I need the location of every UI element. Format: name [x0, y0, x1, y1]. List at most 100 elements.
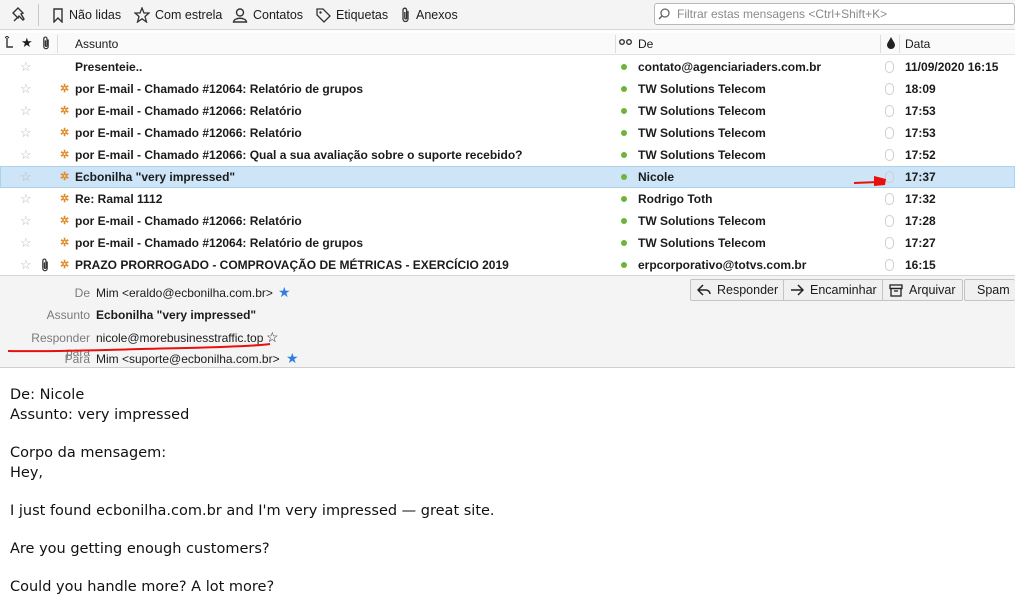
star-toggle-icon[interactable]: ☆: [20, 213, 32, 229]
message-subject: por E-mail - Chamado #12066: Qual a sua …: [75, 148, 523, 162]
junk-status-icon[interactable]: [885, 83, 894, 95]
online-status-dot: [621, 196, 627, 202]
new-message-indicator-icon: ✲: [60, 193, 70, 205]
message-date: 17:37: [905, 170, 936, 184]
thread-column-header: ★ Assunto De Data: [0, 33, 1015, 55]
message-body: De: Nicole Assunto: very impressed Corpo…: [10, 385, 1000, 597]
body-paragraph-3: Could you handle more? A lot more?: [10, 579, 275, 595]
message-filter-search[interactable]: [654, 3, 1015, 25]
to-label: Para: [64, 352, 90, 366]
attachments-filter-button[interactable]: Anexos: [400, 6, 458, 24]
new-message-indicator-icon: ✲: [60, 171, 70, 183]
junk-status-icon[interactable]: [885, 105, 894, 117]
reply-button[interactable]: Responder: [690, 279, 786, 301]
body-paragraph-2: Are you getting enough customers?: [10, 541, 270, 557]
message-subject: por E-mail - Chamado #12064: Relatório d…: [75, 82, 364, 96]
online-status-dot: [621, 262, 627, 268]
star-toggle-icon[interactable]: ☆: [20, 191, 32, 207]
sticky-filter-icon[interactable]: [12, 6, 28, 24]
star-column-icon[interactable]: ★: [21, 35, 33, 51]
correspondent-column-icon[interactable]: [619, 36, 632, 51]
star-toggle-icon[interactable]: ☆: [20, 103, 32, 119]
date-column-header[interactable]: Data: [905, 37, 930, 51]
thread-column-icon[interactable]: [4, 35, 15, 53]
forward-button-label: Encaminhar: [810, 283, 877, 297]
quick-filter-toolbar: Não lidas Com estrela Contatos Etiquetas…: [0, 0, 1015, 30]
body-from-line: De: Nicole: [10, 387, 85, 403]
message-date: 17:32: [905, 192, 936, 206]
to-contact-star-icon[interactable]: ★: [286, 350, 299, 367]
message-date: 17:53: [905, 104, 936, 118]
message-list: ☆ Presenteie.. contato@agenciariaders.com.…: [0, 56, 1015, 276]
message-from: TW Solutions Telecom: [638, 82, 766, 96]
message-row[interactable]: ☆ ✲ PRAZO PRORROGADO - COMPROVAÇÃO DE MÉTR…: [0, 254, 1015, 276]
from-column-header[interactable]: De: [638, 37, 653, 51]
forward-button[interactable]: Encaminhar: [783, 279, 884, 301]
star-toggle-icon[interactable]: ☆: [20, 81, 32, 97]
tags-filter-button[interactable]: Etiquetas: [316, 6, 388, 24]
spam-button[interactable]: Spam: [964, 279, 1015, 301]
new-message-indicator-icon: ✲: [60, 105, 70, 117]
message-from: TW Solutions Telecom: [638, 104, 766, 118]
message-from: contato@agenciariaders.com.br: [638, 60, 822, 74]
star-toggle-icon[interactable]: ☆: [20, 59, 32, 75]
new-message-indicator-icon: ✲: [60, 259, 70, 271]
archive-button-label: Arquivar: [909, 283, 956, 297]
message-subject: por E-mail - Chamado #12066: Relatório: [75, 214, 302, 228]
message-row[interactable]: ☆ ✲ por E-mail - Chamado #12066: Relatório…: [0, 122, 1015, 144]
search-input[interactable]: [675, 6, 1009, 22]
junk-status-icon[interactable]: [885, 193, 894, 205]
message-row[interactable]: ☆ Presenteie.. contato@agenciariaders.com.…: [0, 56, 1015, 78]
tags-filter-label: Etiquetas: [336, 8, 389, 22]
junk-column-icon[interactable]: [886, 36, 896, 53]
junk-status-icon[interactable]: [885, 127, 894, 139]
message-subject: por E-mail - Chamado #12066: Relatório: [75, 126, 302, 140]
search-icon: [658, 8, 670, 20]
unread-filter-button[interactable]: Não lidas: [52, 6, 121, 24]
star-toggle-icon[interactable]: ☆: [20, 147, 32, 163]
attachments-filter-label: Anexos: [416, 8, 458, 22]
star-toggle-icon[interactable]: ☆: [20, 169, 32, 185]
from-value[interactable]: Mim <eraldo@ecbonilha.com.br>: [96, 286, 273, 300]
spam-button-label: Spam: [977, 283, 1010, 297]
online-status-dot: [621, 108, 627, 114]
message-row[interactable]: ☆ ✲ por E-mail - Chamado #12066: Relatório…: [0, 100, 1015, 122]
junk-status-icon[interactable]: [885, 149, 894, 161]
archive-button[interactable]: Arquivar: [882, 279, 963, 301]
junk-status-icon[interactable]: [885, 61, 894, 73]
star-toggle-icon[interactable]: ☆: [20, 125, 32, 141]
to-value[interactable]: Mim <suporte@ecbonilha.com.br>: [96, 352, 280, 366]
message-row[interactable]: ☆ ✲ Re: Ramal 1112 Rodrigo Toth 17:32: [0, 188, 1015, 210]
unread-filter-label: Não lidas: [69, 8, 122, 22]
star-toggle-icon[interactable]: ☆: [20, 235, 32, 251]
subject-column-header[interactable]: Assunto: [75, 37, 118, 51]
message-subject: PRAZO PRORROGADO - COMPROVAÇÃO DE MÉTRIC…: [75, 258, 509, 272]
online-status-dot: [621, 218, 627, 224]
message-header-pane: De Mim <eraldo@ecbonilha.com.br> ★ Assun…: [0, 275, 1015, 368]
archive-icon: [889, 283, 903, 297]
starred-filter-button[interactable]: Com estrela: [134, 6, 222, 24]
message-subject: Presenteie..: [75, 60, 143, 74]
body-heading-line: Corpo da mensagem:: [10, 445, 167, 461]
reply-button-label: Responder: [717, 283, 779, 297]
junk-status-icon[interactable]: [885, 215, 894, 227]
paperclip-icon: [402, 7, 409, 23]
contacts-filter-button[interactable]: Contatos: [232, 6, 303, 24]
message-from: TW Solutions Telecom: [638, 126, 766, 140]
subject-value: Ecbonilha "very impressed": [96, 308, 257, 322]
message-row[interactable]: ☆ ✲ por E-mail - Chamado #12066: Relatório…: [0, 210, 1015, 232]
junk-status-icon[interactable]: [885, 237, 894, 249]
online-status-dot: [621, 152, 627, 158]
junk-status-icon[interactable]: [885, 259, 894, 271]
contacts-filter-label: Contatos: [253, 8, 304, 22]
message-date: 16:15: [905, 258, 936, 272]
message-from: TW Solutions Telecom: [638, 236, 766, 250]
star-toggle-icon[interactable]: ☆: [20, 257, 32, 273]
message-row[interactable]: ☆ ✲ por E-mail - Chamado #12066: Qual a su…: [0, 144, 1015, 166]
message-row[interactable]: ☆ ✲ por E-mail - Chamado #12064: Relatório…: [0, 78, 1015, 100]
message-row[interactable]: ☆ ✲ por E-mail - Chamado #12064: Relatório…: [0, 232, 1015, 254]
attachment-column-icon[interactable]: [41, 36, 51, 53]
new-message-indicator-icon: ✲: [60, 149, 70, 161]
contact-star-icon[interactable]: ★: [278, 284, 291, 301]
message-date: 17:53: [905, 126, 936, 140]
